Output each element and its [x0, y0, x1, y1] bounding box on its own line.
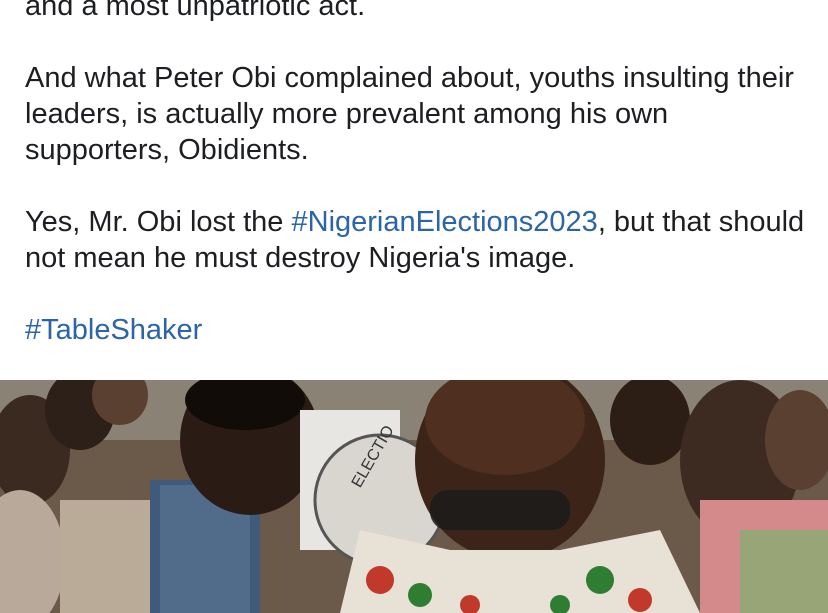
hashtag-table-shaker[interactable]: #TableShaker [25, 314, 202, 346]
post-paragraph-3-start: Yes, Mr. Obi lost the [25, 206, 292, 238]
post-paragraph-1: and a most unpatriotic act. [25, 0, 815, 24]
post-partial-line: and a most unpatriotic act. [25, 0, 366, 22]
post-paragraph-2-text: And what Peter Obi complained about, you… [25, 62, 794, 166]
hashtag-nigerian-elections-2023[interactable]: #NigerianElections2023 [292, 206, 598, 238]
post-paragraph-3: Yes, Mr. Obi lost the #NigerianElections… [25, 204, 815, 276]
photo-image: ELECTIO [0, 380, 828, 613]
post-body: and a most unpatriotic act. And what Pet… [25, 0, 815, 348]
post-paragraph-2: And what Peter Obi complained about, you… [25, 60, 815, 168]
post-photo[interactable]: ELECTIO [0, 380, 828, 613]
post-container: and a most unpatriotic act. And what Pet… [0, 0, 828, 613]
post-paragraph-4: #TableShaker [25, 312, 815, 348]
